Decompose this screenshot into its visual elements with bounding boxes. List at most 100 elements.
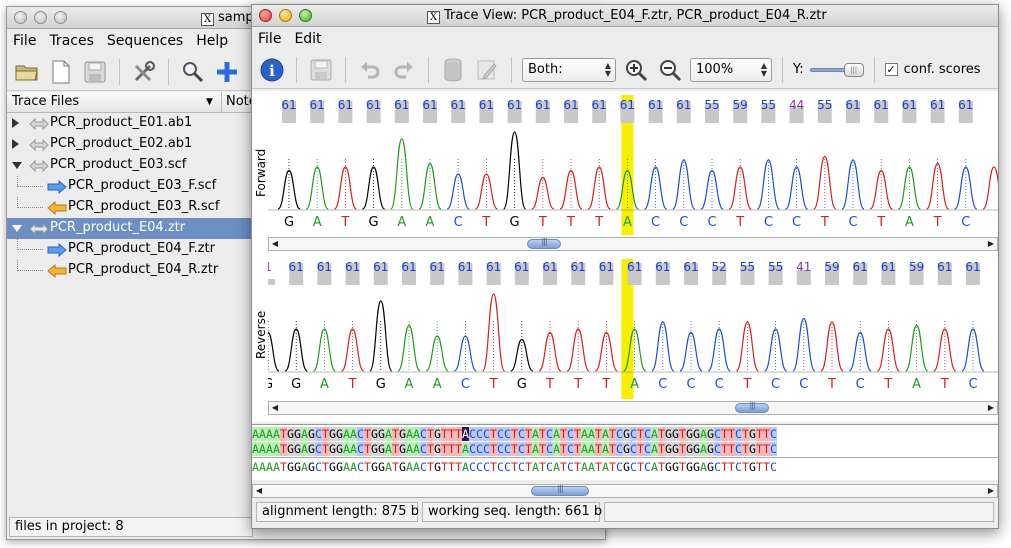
base-call: A bbox=[623, 215, 632, 230]
scroll-left-icon[interactable]: ◀ bbox=[269, 238, 281, 250]
direction-select[interactable]: Both: ▲ ▼ bbox=[522, 57, 616, 82]
alignment-base: T bbox=[525, 460, 532, 474]
alignment-base: T bbox=[490, 427, 497, 441]
trace-A-curve bbox=[305, 138, 921, 210]
base-call: C bbox=[792, 215, 801, 230]
expand-closed-icon[interactable] bbox=[12, 139, 19, 149]
tree-item[interactable]: PCR_product_E02.ab1 bbox=[7, 134, 251, 155]
alignment-base: T bbox=[742, 460, 749, 474]
scroll-right-icon[interactable]: ▶ bbox=[985, 402, 997, 414]
tree-item[interactable]: PCR_product_E03_R.scf bbox=[7, 197, 251, 218]
new-file-icon[interactable] bbox=[47, 58, 75, 86]
tree-item-label: PCR_product_E03_R.scf bbox=[68, 199, 220, 214]
minimize-button[interactable] bbox=[279, 9, 292, 22]
alignment-scrollbar[interactable]: ◀ ▶ bbox=[252, 484, 998, 498]
tree-item[interactable]: PCR_product_E03_F.scf bbox=[7, 176, 251, 197]
double-arrow-icon bbox=[29, 159, 49, 173]
expand-closed-icon[interactable] bbox=[12, 118, 19, 128]
alignment-base: C bbox=[567, 460, 574, 474]
confidence-score: 61 bbox=[535, 98, 550, 112]
undo-icon[interactable] bbox=[356, 56, 384, 84]
zoom-button[interactable] bbox=[54, 11, 67, 24]
alignment-base: A bbox=[266, 427, 273, 441]
base-call: C bbox=[848, 215, 857, 230]
zoom-in-icon[interactable] bbox=[622, 56, 650, 84]
info-icon[interactable]: i bbox=[258, 56, 286, 84]
alignment-view[interactable]: AAAATGGAGCTGGAACTGGATGAACTGTTTACCCTCCTCT… bbox=[252, 424, 998, 480]
tree-item[interactable]: PCR_product_E04.ztr bbox=[7, 218, 251, 239]
alignment-base: C bbox=[567, 442, 574, 456]
base-call: A bbox=[905, 215, 914, 230]
tools-icon[interactable] bbox=[130, 58, 158, 86]
sort-chevron-icon[interactable]: ▼ bbox=[206, 97, 213, 107]
scroll-left-icon[interactable]: ◀ bbox=[269, 402, 281, 414]
alignment-base: G bbox=[329, 427, 336, 441]
y-scale-label: Y: bbox=[793, 62, 804, 77]
edit-icon[interactable] bbox=[473, 56, 501, 84]
y-scale-slider[interactable]: ||| bbox=[809, 62, 864, 78]
conf-scores-checkbox[interactable]: ✓ bbox=[884, 63, 898, 76]
column-trace-files[interactable]: Trace Files bbox=[12, 94, 79, 109]
alignment-base: G bbox=[336, 427, 343, 441]
base-call: C bbox=[799, 377, 808, 392]
menu-help[interactable]: Help bbox=[196, 33, 228, 49]
tree-guide-line bbox=[17, 270, 43, 271]
confidence-score: 61 bbox=[648, 98, 663, 112]
reverse-scrollbar[interactable]: ◀ ▶ bbox=[268, 401, 998, 415]
tree-item[interactable]: PCR_product_E04_R.ztr bbox=[7, 260, 251, 281]
alignment-base: T bbox=[490, 442, 497, 456]
close-button[interactable] bbox=[14, 11, 27, 24]
alignment-base: T bbox=[525, 427, 532, 441]
zoom-select[interactable]: 100% ▲ ▼ bbox=[690, 57, 772, 82]
alignment-base: C bbox=[420, 427, 427, 441]
zoom-button[interactable] bbox=[299, 9, 312, 22]
add-icon[interactable] bbox=[213, 58, 241, 86]
window-title: X Trace View: PCR_product_E04_F.ztr, PCR_… bbox=[427, 8, 827, 24]
confidence-score: 61 bbox=[317, 260, 332, 274]
slider-thumb[interactable]: ||| bbox=[843, 62, 864, 77]
forward-scrollbar[interactable]: ◀ ▶ bbox=[268, 237, 998, 251]
scroll-thumb[interactable] bbox=[531, 484, 589, 496]
menu-sequences[interactable]: Sequences bbox=[107, 33, 183, 49]
open-folder-icon[interactable] bbox=[13, 58, 41, 86]
alignment-base: G bbox=[399, 427, 406, 441]
expand-open-icon[interactable] bbox=[12, 162, 22, 169]
alignment-base: G bbox=[672, 442, 679, 456]
redo-icon[interactable] bbox=[390, 56, 418, 84]
scroll-thumb[interactable] bbox=[527, 237, 561, 249]
save-icon[interactable] bbox=[81, 58, 109, 86]
scroll-thumb[interactable] bbox=[735, 401, 769, 413]
search-icon[interactable] bbox=[179, 58, 207, 86]
confidence-score: 59 bbox=[909, 260, 924, 274]
tree-item[interactable]: PCR_product_E04_F.ztr bbox=[7, 239, 251, 260]
menu-edit[interactable]: Edit bbox=[294, 31, 321, 47]
minimize-button[interactable] bbox=[34, 11, 47, 24]
menu-file[interactable]: File bbox=[13, 33, 36, 49]
save-icon[interactable] bbox=[307, 56, 335, 84]
scroll-right-icon[interactable]: ▶ bbox=[985, 238, 997, 250]
trash-icon[interactable] bbox=[439, 56, 467, 84]
scroll-right-icon[interactable]: ▶ bbox=[985, 485, 997, 497]
tree-item[interactable]: PCR_product_E03.scf bbox=[7, 155, 251, 176]
chromatogram-canvas[interactable]: 61 61 61 61 61 61 61 61 61 61 61 61 61 61 61 55 59 55 44 55… bbox=[268, 91, 998, 422]
scroll-left-icon[interactable]: ◀ bbox=[253, 485, 265, 497]
confidence-score: 61 bbox=[514, 260, 529, 274]
tree-item-label: PCR_product_E04_R.ztr bbox=[68, 262, 219, 277]
zoom-out-icon[interactable] bbox=[656, 56, 684, 84]
expand-open-icon[interactable] bbox=[12, 225, 22, 232]
alignment-base: T bbox=[574, 442, 581, 456]
alignment-base: T bbox=[364, 427, 371, 441]
menu-traces[interactable]: Traces bbox=[49, 33, 93, 49]
alignment-base: T bbox=[609, 427, 616, 441]
base-call: T bbox=[940, 377, 949, 392]
alignment-base: T bbox=[574, 460, 581, 474]
base-call: G bbox=[268, 377, 273, 392]
confidence-score: 41 bbox=[796, 260, 811, 274]
close-button[interactable] bbox=[259, 9, 272, 22]
tree-item[interactable]: PCR_product_E01.ab1 bbox=[7, 113, 251, 134]
conf-scores-label: conf. scores bbox=[903, 62, 981, 77]
menu-file[interactable]: File bbox=[258, 31, 281, 47]
trace-window-titlebar[interactable]: X Trace View: PCR_product_E04_F.ztr, PCR_… bbox=[252, 5, 998, 27]
toolbar-separator bbox=[873, 56, 875, 83]
alignment-base: C bbox=[357, 460, 364, 474]
